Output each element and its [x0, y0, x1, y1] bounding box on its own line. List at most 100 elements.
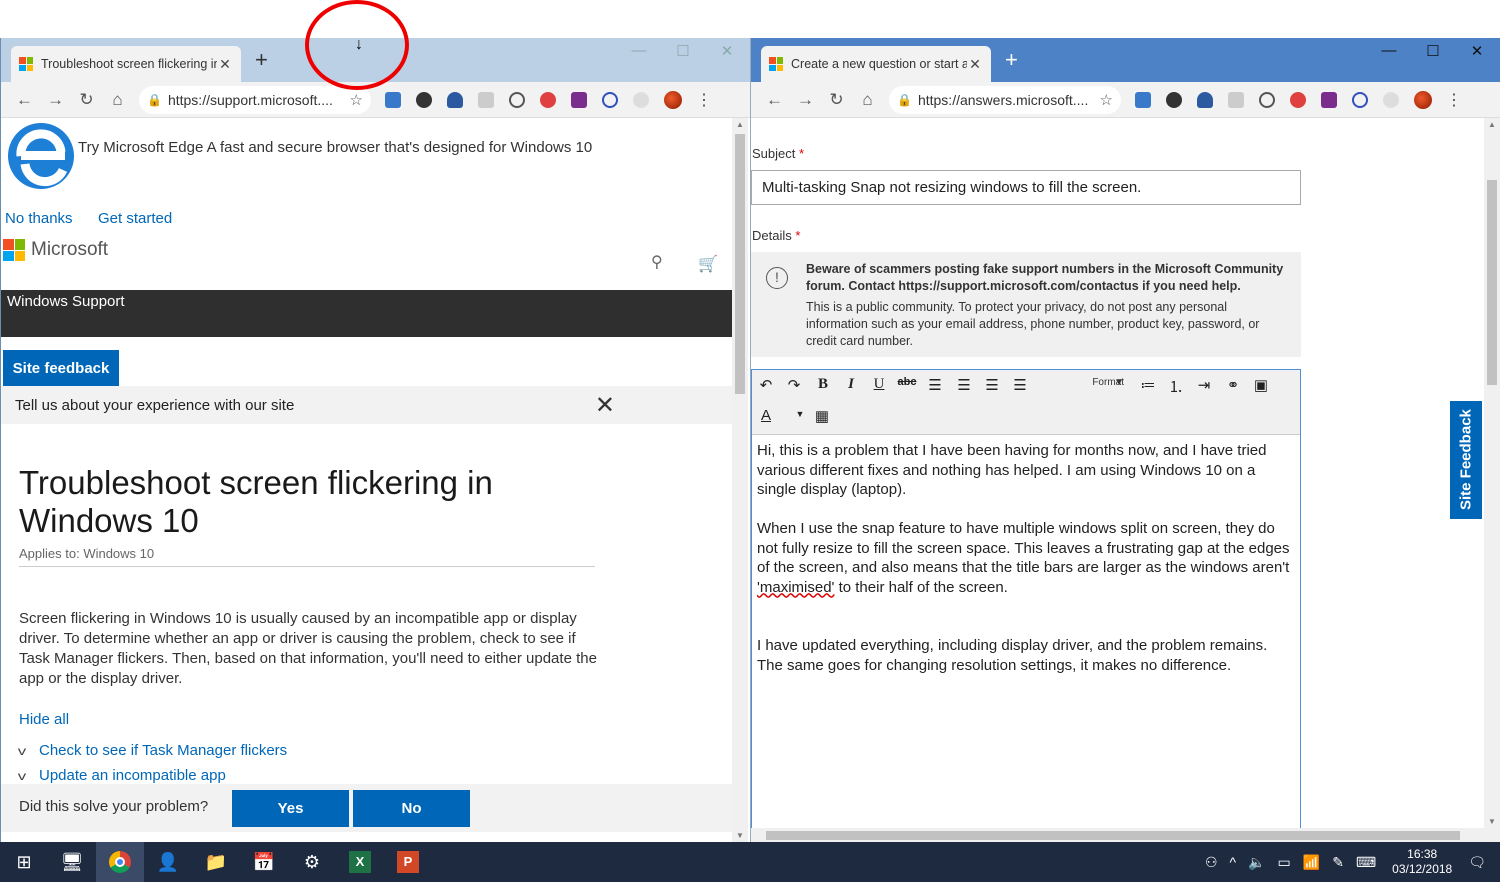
numbered-list-icon[interactable]: ⒈	[1164, 376, 1188, 397]
format-dropdown[interactable]: Format ▼	[1034, 376, 1128, 396]
strikethrough-icon[interactable]: abc	[895, 376, 919, 388]
bullet-list-icon[interactable]: ≔	[1136, 376, 1160, 394]
extension-icon[interactable]	[1127, 91, 1158, 109]
microsoft-brand[interactable]: Microsoft	[3, 239, 108, 261]
close-icon[interactable]: ✕	[595, 391, 615, 420]
hide-all-link[interactable]: Hide all	[19, 711, 69, 728]
indent-icon[interactable]: ⇥	[1192, 376, 1216, 394]
new-tab-button[interactable]: +	[1005, 49, 1018, 71]
minimize-button[interactable]: —	[1369, 42, 1409, 59]
right-tab[interactable]: Create a new question or start a ✕	[761, 46, 991, 82]
cart-icon[interactable]: 🛒	[698, 254, 718, 274]
editor-content[interactable]: Hi, this is a problem that I have been h…	[752, 435, 1300, 701]
extension-icon[interactable]	[439, 91, 470, 109]
forward-icon[interactable]: →	[40, 90, 71, 110]
keyboard-icon[interactable]: ⌨	[1356, 854, 1376, 871]
profile-avatar[interactable]	[664, 90, 682, 109]
maximize-button[interactable]: ☐	[1413, 42, 1453, 60]
extension-icon[interactable]	[1251, 91, 1282, 109]
chrome-app-icon[interactable]	[96, 842, 144, 882]
extension-icon[interactable]	[1282, 91, 1313, 109]
justify-icon[interactable]: ☰	[1008, 376, 1032, 394]
extension-icon[interactable]	[625, 91, 656, 109]
site-feedback-button[interactable]: Site feedback	[3, 350, 119, 386]
redo-icon[interactable]: ↷	[782, 376, 806, 394]
site-feedback-side-button[interactable]: Site Feedback	[1450, 401, 1482, 519]
powerpoint-app-icon[interactable]: P	[384, 842, 432, 882]
computer-app-icon[interactable]: 🖥	[48, 842, 96, 882]
image-icon[interactable]: ▣	[1249, 376, 1273, 394]
extension-icon[interactable]	[563, 91, 594, 109]
undo-icon[interactable]: ↶	[754, 376, 778, 394]
right-scrollbar[interactable]: ▲ ▼	[1484, 118, 1500, 842]
get-started-link[interactable]: Get started	[98, 210, 172, 227]
align-center-icon[interactable]: ☰	[952, 376, 976, 394]
settings-gear-icon[interactable]: ⚙	[288, 842, 336, 882]
scroll-thumb[interactable]	[1487, 180, 1497, 385]
profile-avatar[interactable]	[1414, 90, 1432, 109]
bold-icon[interactable]: B	[811, 376, 835, 393]
battery-icon[interactable]: ▭	[1278, 854, 1291, 871]
align-right-icon[interactable]: ☰	[980, 376, 1004, 394]
section-expander[interactable]: v Update an incompatible app	[18, 767, 226, 784]
scroll-down-icon[interactable]: ▼	[1484, 817, 1500, 826]
people-icon[interactable]: ⚇	[1205, 854, 1218, 871]
left-scrollbar[interactable]: ▲ ▼	[732, 118, 748, 842]
back-icon[interactable]: ←	[9, 90, 40, 110]
scroll-up-icon[interactable]: ▲	[1484, 120, 1500, 129]
extension-icon[interactable]	[470, 91, 501, 109]
reload-icon[interactable]: ↻	[821, 90, 852, 110]
start-windows-icon[interactable]: ⊞	[0, 842, 48, 882]
menu-icon[interactable]: ⋮	[1446, 90, 1462, 110]
subject-input[interactable]: Multi-tasking Snap not resizing windows …	[751, 170, 1301, 205]
extension-icon[interactable]	[1158, 91, 1189, 109]
horizontal-scroll-thumb[interactable]	[766, 831, 1460, 840]
no-thanks-link[interactable]: No thanks	[5, 210, 73, 227]
forward-icon[interactable]: →	[790, 90, 821, 110]
rich-text-editor[interactable]: ↶ ↷ B I U abc ☰ ☰ ☰ ☰ Format ▼ ≔ ⒈ ⇥ ⚭ ▣ …	[751, 369, 1301, 829]
minimize-button[interactable]: —	[619, 42, 659, 59]
extension-icon[interactable]	[1375, 91, 1406, 109]
excel-app-icon[interactable]: X	[336, 842, 384, 882]
back-icon[interactable]: ←	[759, 90, 790, 110]
horizontal-scrollbar[interactable]	[751, 828, 1484, 842]
pen-icon[interactable]: ✎	[1332, 854, 1344, 871]
extension-icon[interactable]	[594, 91, 625, 109]
nav-title[interactable]: Windows Support	[7, 293, 125, 310]
extension-icon[interactable]	[1344, 91, 1375, 109]
clock[interactable]: 16:38 03/12/2018	[1392, 847, 1452, 877]
scroll-down-icon[interactable]: ▼	[732, 831, 748, 840]
user-app-icon[interactable]: 👤	[144, 842, 192, 882]
section-expander[interactable]: v Check to see if Task Manager flickers	[18, 742, 287, 759]
right-address-bar[interactable]: 🔒 https://answers.microsoft.... ☆	[889, 85, 1121, 114]
notifications-icon[interactable]: 🗨	[1468, 854, 1486, 871]
scroll-thumb[interactable]	[735, 134, 745, 394]
italic-icon[interactable]: I	[839, 376, 863, 393]
left-tab[interactable]: Troubleshoot screen flickering in ✕	[11, 46, 241, 82]
yes-button[interactable]: Yes	[232, 790, 349, 827]
close-tab-icon[interactable]: ✕	[217, 56, 233, 73]
bookmark-star-icon[interactable]: ☆	[350, 91, 363, 109]
align-left-icon[interactable]: ☰	[923, 376, 947, 394]
underline-icon[interactable]: U	[867, 376, 891, 393]
file-explorer-icon[interactable]: 📁	[192, 842, 240, 882]
no-button[interactable]: No	[353, 790, 470, 827]
font-color-icon[interactable]: A	[754, 407, 778, 424]
maximize-button[interactable]: ☐	[663, 42, 703, 60]
close-window-button[interactable]: ✕	[707, 42, 747, 60]
extension-icon[interactable]	[408, 91, 439, 109]
menu-icon[interactable]: ⋮	[696, 90, 712, 110]
bookmark-star-icon[interactable]: ☆	[1100, 91, 1113, 109]
home-icon[interactable]: ⌂	[102, 90, 133, 110]
volume-icon[interactable]: 🔈	[1248, 854, 1265, 871]
right-title-bar[interactable]: Create a new question or start a ✕ + — ☐…	[751, 38, 1500, 82]
show-hidden-icons-chevron-up-icon[interactable]: ^	[1230, 854, 1237, 870]
extension-icon[interactable]	[532, 91, 563, 109]
extension-icon[interactable]	[377, 91, 408, 109]
extension-icon[interactable]	[1189, 91, 1220, 109]
new-tab-button[interactable]: +	[255, 49, 268, 71]
left-address-bar[interactable]: 🔒 https://support.microsoft.... ☆	[139, 85, 371, 114]
font-color-dropdown-icon[interactable]: ▼	[788, 409, 812, 419]
scroll-up-icon[interactable]: ▲	[732, 120, 748, 129]
extension-icon[interactable]	[1220, 91, 1251, 109]
